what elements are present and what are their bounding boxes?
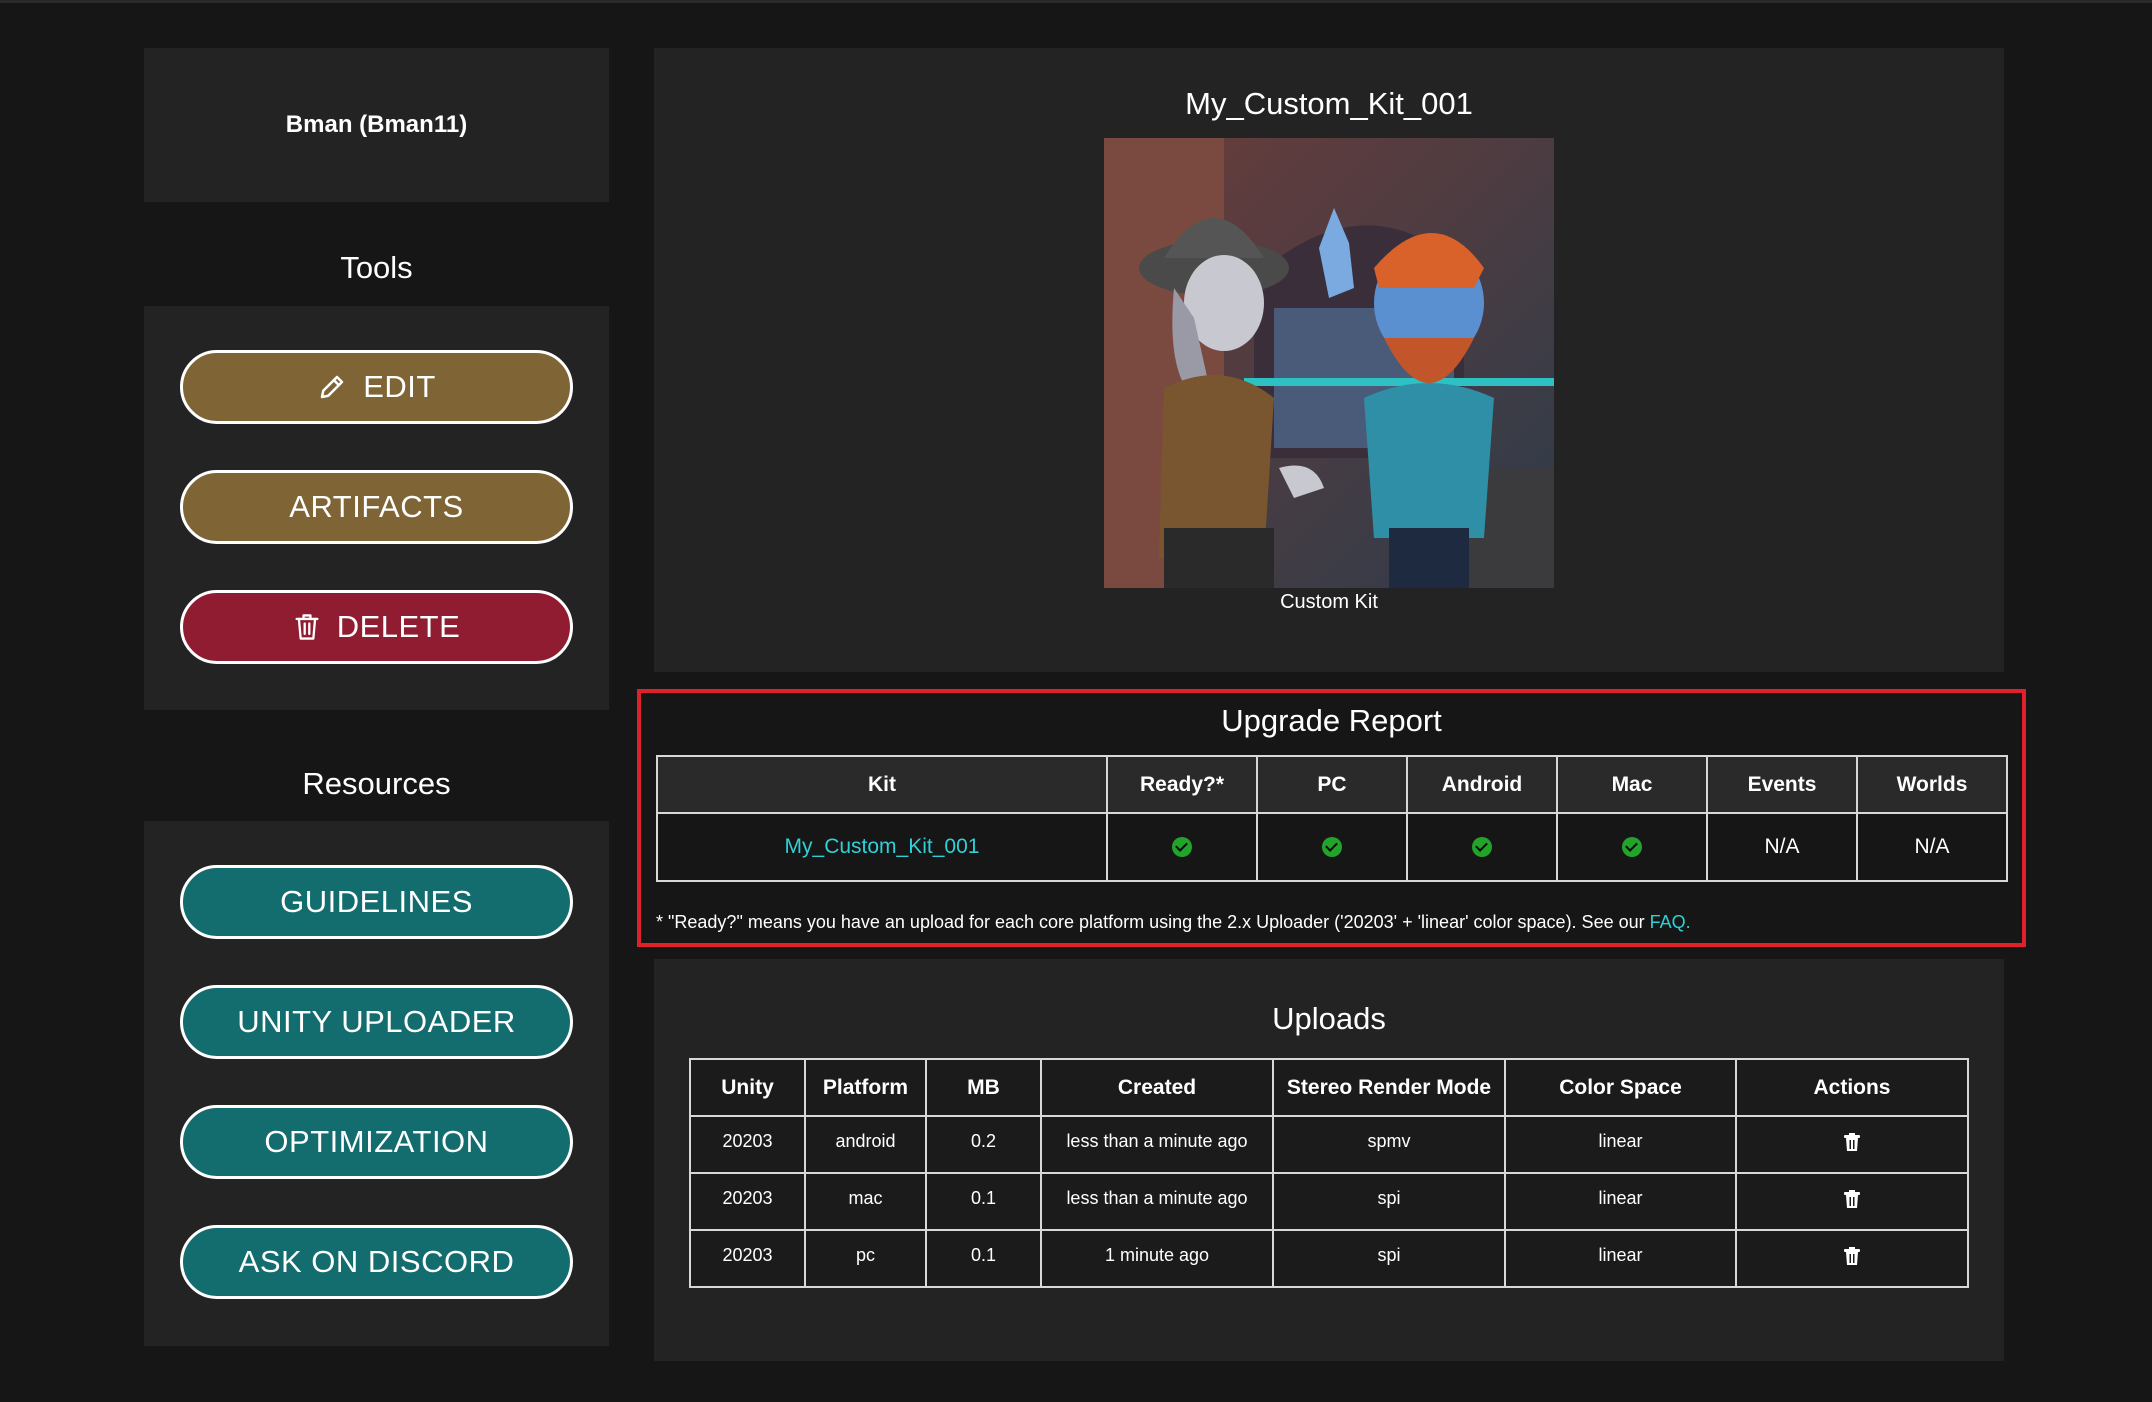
guidelines-button-label: GUIDELINES: [280, 884, 473, 919]
resources-heading: Resources: [302, 766, 451, 801]
kit-caption: Custom Kit: [1280, 591, 1378, 613]
mac-cell: [1556, 812, 1708, 882]
kit-title: My_Custom_Kit_001: [1185, 86, 1473, 121]
color-space-cell: linear: [1504, 1115, 1737, 1174]
upgrade-report-title: Upgrade Report: [1221, 703, 1442, 738]
unity-cell: 20203: [689, 1172, 806, 1231]
stereo-cell: spmv: [1272, 1115, 1506, 1174]
column-header: Color Space: [1504, 1058, 1737, 1117]
kit-link[interactable]: My_Custom_Kit_001: [785, 835, 980, 858]
created-cell: less than a minute ago: [1040, 1115, 1274, 1174]
optimization-button-label: OPTIMIZATION: [264, 1124, 489, 1159]
user-display-name: Bman (Bman11): [285, 111, 468, 138]
mb-cell: 0.1: [925, 1229, 1042, 1288]
column-header: Android: [1406, 755, 1558, 814]
actions-cell: [1735, 1172, 1969, 1231]
table-header-row: Unity Platform MB Created Stereo Render …: [689, 1058, 1969, 1117]
user-card: Bman (Bman11): [144, 48, 609, 202]
platform-cell: mac: [804, 1172, 927, 1231]
table-row: 20203 android 0.2 less than a minute ago…: [689, 1115, 1969, 1174]
unity-uploader-button[interactable]: UNITY UPLOADER: [180, 985, 573, 1059]
unity-cell: 20203: [689, 1115, 806, 1174]
resources-panel: GUIDELINES UNITY UPLOADER OPTIMIZATION A…: [144, 821, 609, 1346]
column-header: MB: [925, 1058, 1042, 1117]
mb-cell: 0.2: [925, 1115, 1042, 1174]
upgrade-report-table: Kit Ready?* PC Android Mac Events Worlds…: [656, 755, 2008, 882]
pencil-icon: [317, 372, 347, 402]
artifacts-button[interactable]: ARTIFACTS: [180, 470, 573, 544]
uploads-table: Unity Platform MB Created Stereo Render …: [689, 1058, 1969, 1288]
color-space-cell: linear: [1504, 1172, 1737, 1231]
stereo-cell: spi: [1272, 1229, 1506, 1288]
unity-uploader-button-label: UNITY UPLOADER: [237, 1004, 516, 1039]
actions-cell: [1735, 1115, 1969, 1174]
android-cell: [1406, 812, 1558, 882]
table-header-row: Kit Ready?* PC Android Mac Events Worlds: [656, 755, 2008, 814]
mb-cell: 0.1: [925, 1172, 1042, 1231]
column-header: Platform: [804, 1058, 927, 1117]
column-header: Stereo Render Mode: [1272, 1058, 1506, 1117]
created-cell: less than a minute ago: [1040, 1172, 1274, 1231]
worlds-cell: N/A: [1856, 812, 2008, 882]
check-icon: [1322, 837, 1342, 858]
kit-thumbnail-image: [1104, 138, 1554, 588]
pc-cell: [1256, 812, 1408, 882]
column-header: Events: [1706, 755, 1858, 814]
column-header: Actions: [1735, 1058, 1969, 1117]
column-header: Mac: [1556, 755, 1708, 814]
tools-heading: Tools: [340, 250, 413, 285]
platform-cell: pc: [804, 1229, 927, 1288]
table-row: 20203 pc 0.1 1 minute ago spi linear: [689, 1229, 1969, 1288]
column-header: PC: [1256, 755, 1408, 814]
created-cell: 1 minute ago: [1040, 1229, 1274, 1288]
kit-card: My_Custom_Kit_001 Custom Kit: [654, 48, 2004, 672]
check-icon: [1622, 837, 1642, 858]
report-footnote: * "Ready?" means you have an upload for …: [656, 912, 1691, 933]
table-row: 20203 mac 0.1 less than a minute ago spi…: [689, 1172, 1969, 1231]
column-header: Unity: [689, 1058, 806, 1117]
platform-cell: android: [804, 1115, 927, 1174]
ready-cell: [1106, 812, 1258, 882]
ask-on-discord-button[interactable]: ASK ON DISCORD: [180, 1225, 573, 1299]
trash-icon[interactable]: [1843, 1190, 1861, 1213]
column-header: Ready?*: [1106, 755, 1258, 814]
edit-button-label: EDIT: [363, 369, 436, 404]
color-space-cell: linear: [1504, 1229, 1737, 1288]
uploads-title: Uploads: [1272, 1001, 1386, 1036]
kit-cell: My_Custom_Kit_001: [656, 812, 1108, 882]
delete-button-label: DELETE: [336, 609, 461, 644]
faq-link[interactable]: FAQ.: [1650, 912, 1691, 932]
footnote-text: * "Ready?" means you have an upload for …: [656, 912, 1650, 932]
delete-button[interactable]: DELETE: [180, 590, 573, 664]
ask-on-discord-button-label: ASK ON DISCORD: [238, 1244, 515, 1279]
check-icon: [1172, 837, 1192, 858]
unity-cell: 20203: [689, 1229, 806, 1288]
events-cell: N/A: [1706, 812, 1858, 882]
table-row: My_Custom_Kit_001 N/A N/A: [656, 812, 2008, 882]
column-header: Created: [1040, 1058, 1274, 1117]
column-header: Worlds: [1856, 755, 2008, 814]
trash-icon[interactable]: [1843, 1247, 1861, 1270]
artifacts-button-label: ARTIFACTS: [289, 489, 464, 524]
trash-icon: [293, 612, 321, 642]
trash-icon[interactable]: [1843, 1133, 1861, 1156]
uploads-card: Uploads Unity Platform MB Created Stereo…: [654, 959, 2004, 1361]
stereo-cell: spi: [1272, 1172, 1506, 1231]
check-icon: [1472, 837, 1492, 858]
tools-panel: EDIT ARTIFACTS DELETE: [144, 306, 609, 710]
column-header: Kit: [656, 755, 1108, 814]
actions-cell: [1735, 1229, 1969, 1288]
guidelines-button[interactable]: GUIDELINES: [180, 865, 573, 939]
optimization-button[interactable]: OPTIMIZATION: [180, 1105, 573, 1179]
edit-button[interactable]: EDIT: [180, 350, 573, 424]
upgrade-report: Upgrade Report Kit Ready?* PC Android Ma…: [637, 689, 2026, 947]
top-edge-bar: [0, 0, 2152, 3]
